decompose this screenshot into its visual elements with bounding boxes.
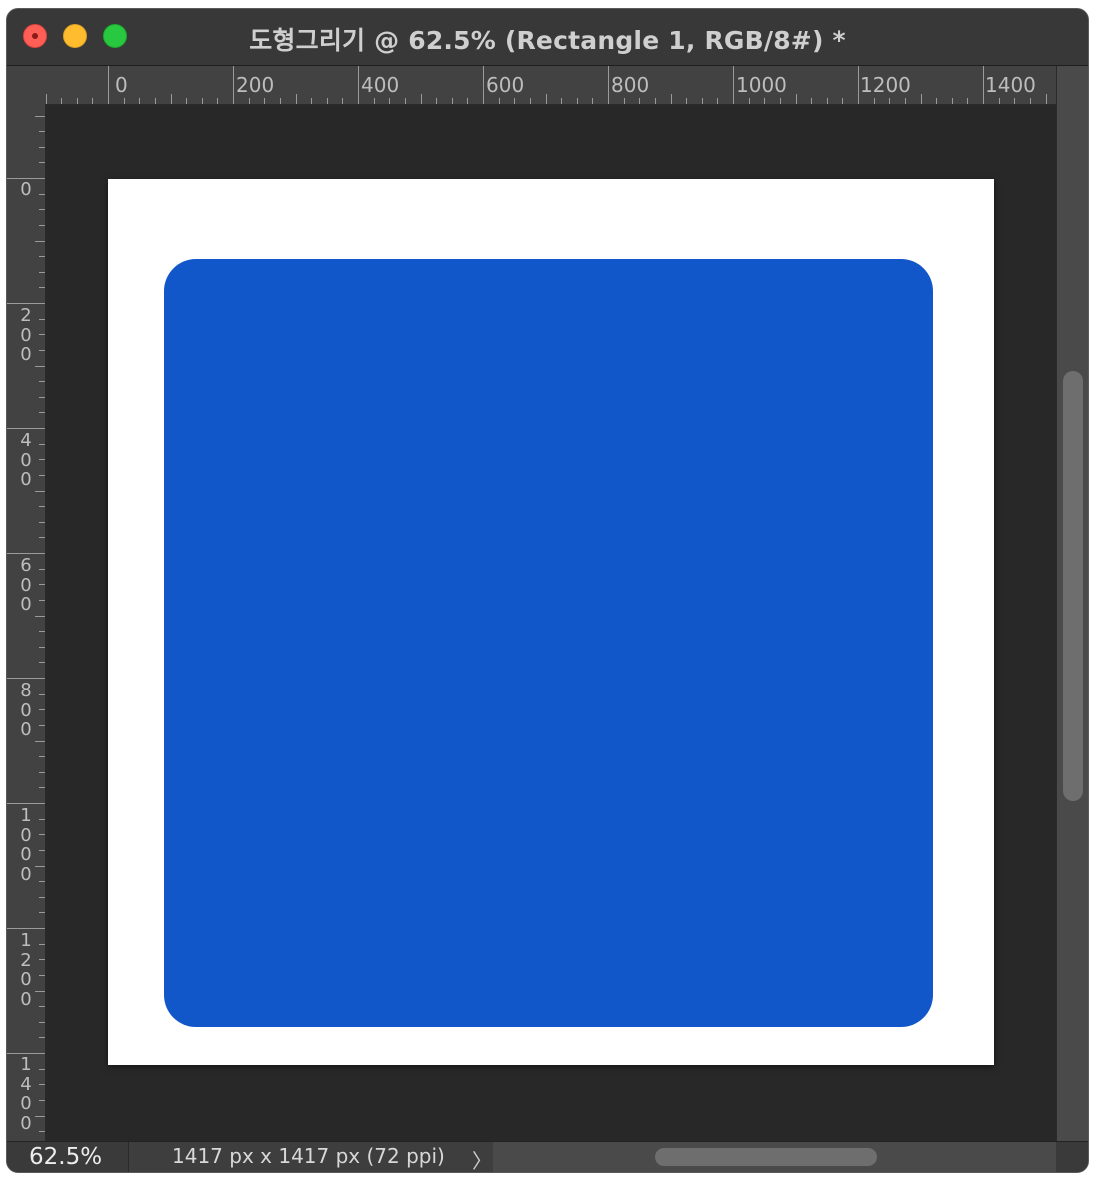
horizontal-scrollbar-thumb[interactable] [655,1148,877,1166]
vertical-ruler[interactable]: 0 200 400 600 800 1000 1200 1400 [7,104,46,1141]
ruler-h-label-200: 200 [236,73,275,97]
pasteboard[interactable] [46,105,1056,1141]
scrollbar-corner [1056,1142,1088,1172]
ruler-v-label-200: 200 [20,305,32,365]
ruler-h-label-1200: 1200 [860,73,911,97]
chevron-right-icon[interactable]: 〉 [472,1145,492,1172]
horizontal-ruler[interactable]: 0 200 400 600 800 1000 1200 1400 [45,66,1056,105]
document-info: 1417 px x 1417 px (72 ppi) [172,1144,445,1168]
ruler-v-label-1200: 1200 [20,930,32,1010]
ruler-h-label-600: 600 [486,73,525,97]
ruler-v-label-1000: 1000 [20,805,32,885]
rectangle-1-shape[interactable] [164,259,933,1027]
ruler-v-label-800: 800 [20,680,32,740]
document-window: 도형그리기 @ 62.5% (Rectangle 1, RGB/8#) * 0 … [6,8,1089,1173]
ruler-h-label-800: 800 [611,73,650,97]
ruler-h-label-1000: 1000 [736,73,787,97]
window-title: 도형그리기 @ 62.5% (Rectangle 1, RGB/8#) * [249,26,846,55]
ruler-h-label-1400: 1400 [985,73,1036,97]
document-area: 0 200 400 600 800 1000 1200 1400 0 200 4… [7,66,1088,1172]
ruler-v-label-0: 0 [20,179,32,200]
zoom-level[interactable]: 62.5% [29,1144,102,1170]
status-bar: 62.5% 1417 px x 1417 px (72 ppi) 〉 [7,1141,1088,1172]
vertical-scrollbar[interactable] [1056,66,1088,1141]
ruler-h-label-400: 400 [361,73,400,97]
ruler-v-label-1400: 1400 [20,1054,32,1134]
title-bar[interactable]: 도형그리기 @ 62.5% (Rectangle 1, RGB/8#) * [7,9,1088,66]
vertical-scrollbar-thumb[interactable] [1063,371,1083,801]
ruler-origin[interactable] [7,66,46,105]
ruler-h-label-0: 0 [115,73,128,97]
document-info-box[interactable]: 1417 px x 1417 px (72 ppi) 〉 [128,1142,494,1172]
horizontal-scrollbar[interactable] [493,1142,1056,1172]
document-canvas[interactable] [108,179,994,1065]
ruler-v-label-400: 400 [20,430,32,490]
ruler-v-label-600: 600 [20,555,32,615]
